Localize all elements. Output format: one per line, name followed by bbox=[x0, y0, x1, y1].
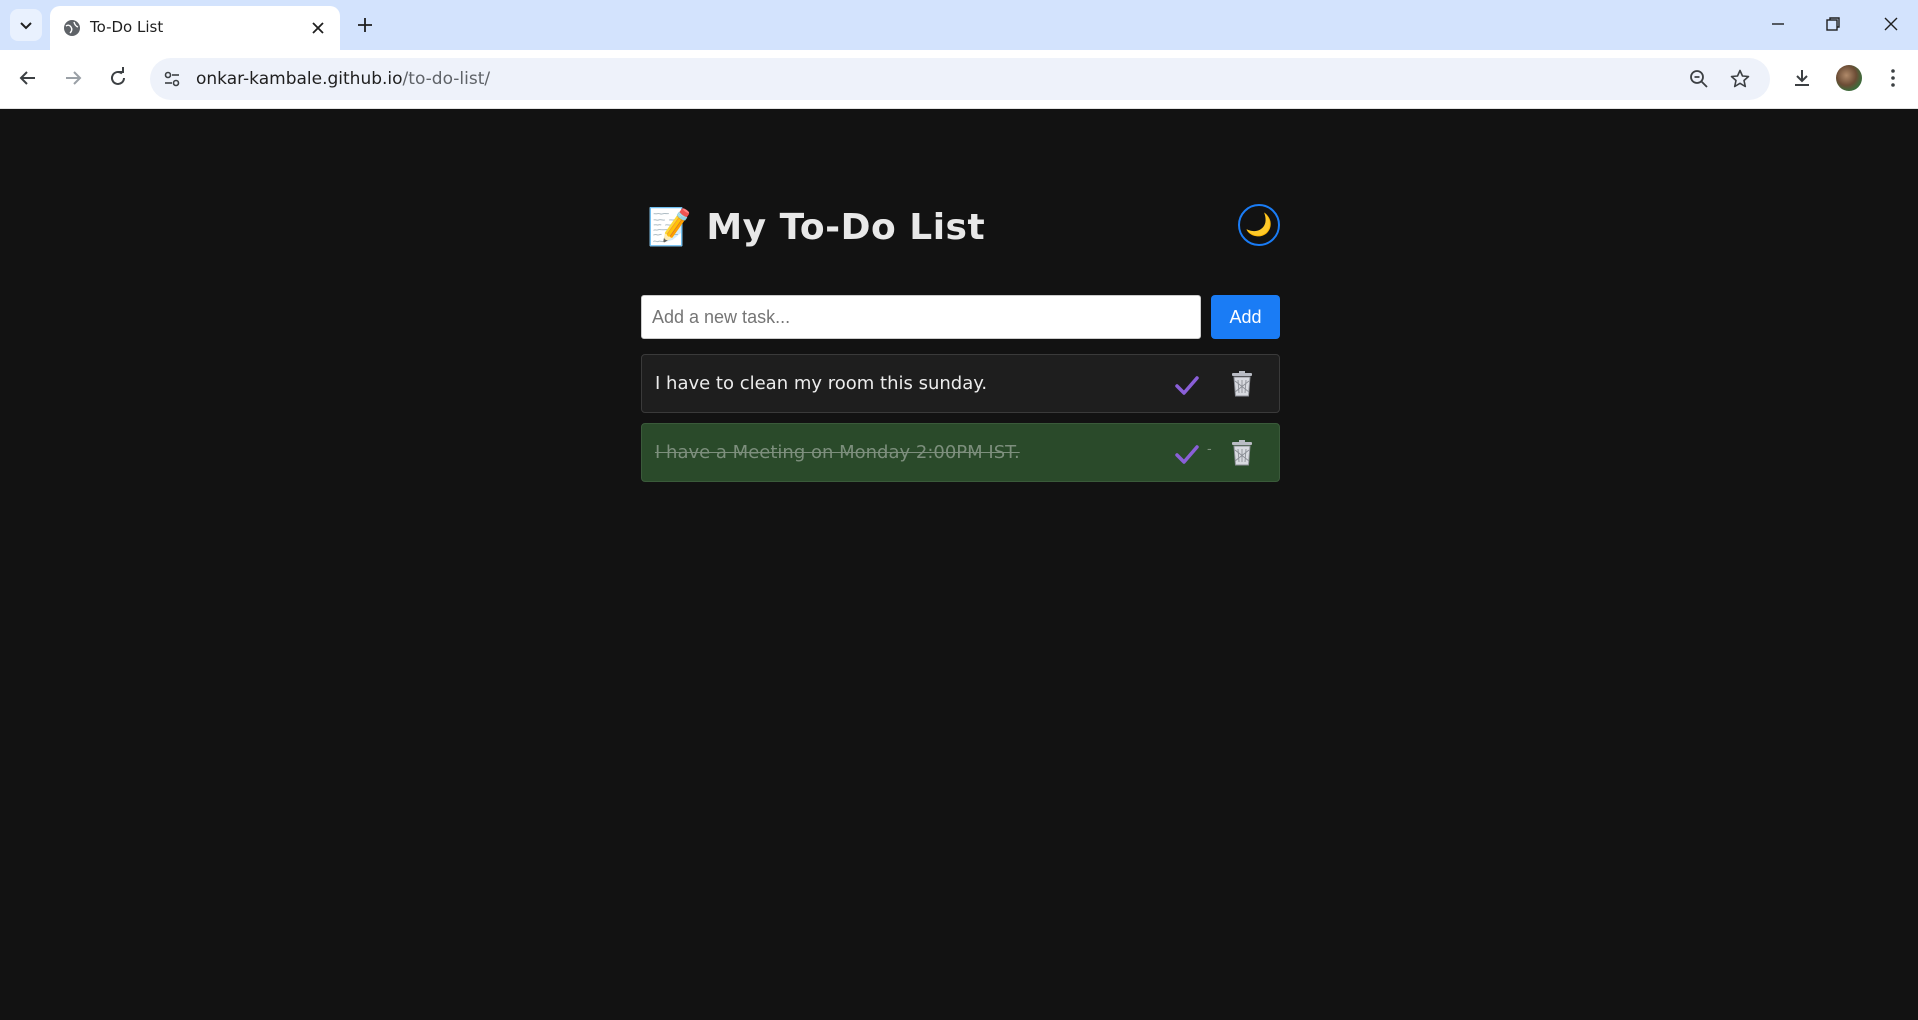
moon-icon: 🌙 bbox=[1245, 212, 1273, 237]
memo-icon: 📝 bbox=[647, 207, 693, 248]
reload-icon[interactable] bbox=[104, 64, 132, 92]
tab-title: To-Do List bbox=[90, 18, 164, 36]
tab-bar: To-Do List bbox=[0, 0, 1918, 50]
bookmark-star-icon[interactable] bbox=[1729, 68, 1751, 90]
address-bar[interactable]: onkar-kambale.github.io/to-do-list/ bbox=[150, 58, 1770, 100]
site-info-icon[interactable] bbox=[162, 69, 182, 89]
page-title: 📝 My To-Do List bbox=[647, 206, 985, 248]
browser-tab[interactable]: To-Do List bbox=[50, 6, 340, 50]
page-title-text: My To-Do List bbox=[706, 207, 986, 248]
profile-avatar[interactable] bbox=[1836, 65, 1862, 91]
chevron-down-icon bbox=[20, 22, 32, 30]
tab-search-button[interactable] bbox=[10, 9, 42, 41]
globe-icon bbox=[64, 20, 80, 36]
url-host: onkar-kambale.github.io bbox=[196, 69, 403, 89]
restore-icon[interactable] bbox=[1821, 12, 1845, 36]
separator: - bbox=[1207, 440, 1212, 456]
task-item-completed: I have a Meeting on Monday 2:00PM IST. - bbox=[641, 423, 1280, 482]
task-input[interactable] bbox=[641, 295, 1201, 339]
trash-icon[interactable] bbox=[1230, 371, 1254, 397]
theme-toggle-button[interactable]: 🌙 bbox=[1238, 204, 1280, 246]
download-icon[interactable] bbox=[1790, 66, 1814, 90]
new-tab-icon[interactable] bbox=[352, 12, 378, 38]
browser-toolbar: onkar-kambale.github.io/to-do-list/ bbox=[0, 50, 1918, 109]
add-button[interactable]: Add bbox=[1211, 295, 1280, 339]
task-text: I have to clean my room this sunday. bbox=[655, 373, 988, 394]
app-header: 📝 My To-Do List 🌙 bbox=[641, 204, 1280, 274]
add-task-row: Add bbox=[641, 295, 1280, 339]
minimize-icon[interactable] bbox=[1766, 12, 1790, 36]
forward-icon[interactable] bbox=[59, 64, 87, 92]
more-menu-icon[interactable] bbox=[1881, 66, 1905, 90]
check-icon[interactable] bbox=[1174, 373, 1200, 397]
page-content: 📝 My To-Do List 🌙 Add I have to clean my … bbox=[0, 109, 1918, 1020]
task-item: I have to clean my room this sunday. bbox=[641, 354, 1280, 413]
back-icon[interactable] bbox=[14, 64, 42, 92]
todo-app: 📝 My To-Do List 🌙 Add I have to clean my … bbox=[641, 204, 1280, 482]
url-path: /to-do-list/ bbox=[402, 69, 491, 89]
trash-icon[interactable] bbox=[1230, 440, 1254, 466]
check-icon[interactable] bbox=[1174, 442, 1200, 466]
close-window-icon[interactable] bbox=[1879, 12, 1903, 36]
close-tab-icon[interactable] bbox=[308, 18, 328, 38]
url-text[interactable]: onkar-kambale.github.io/to-do-list/ bbox=[196, 69, 490, 89]
task-text: I have a Meeting on Monday 2:00PM IST. bbox=[655, 442, 1020, 463]
zoom-icon[interactable] bbox=[1688, 68, 1710, 90]
